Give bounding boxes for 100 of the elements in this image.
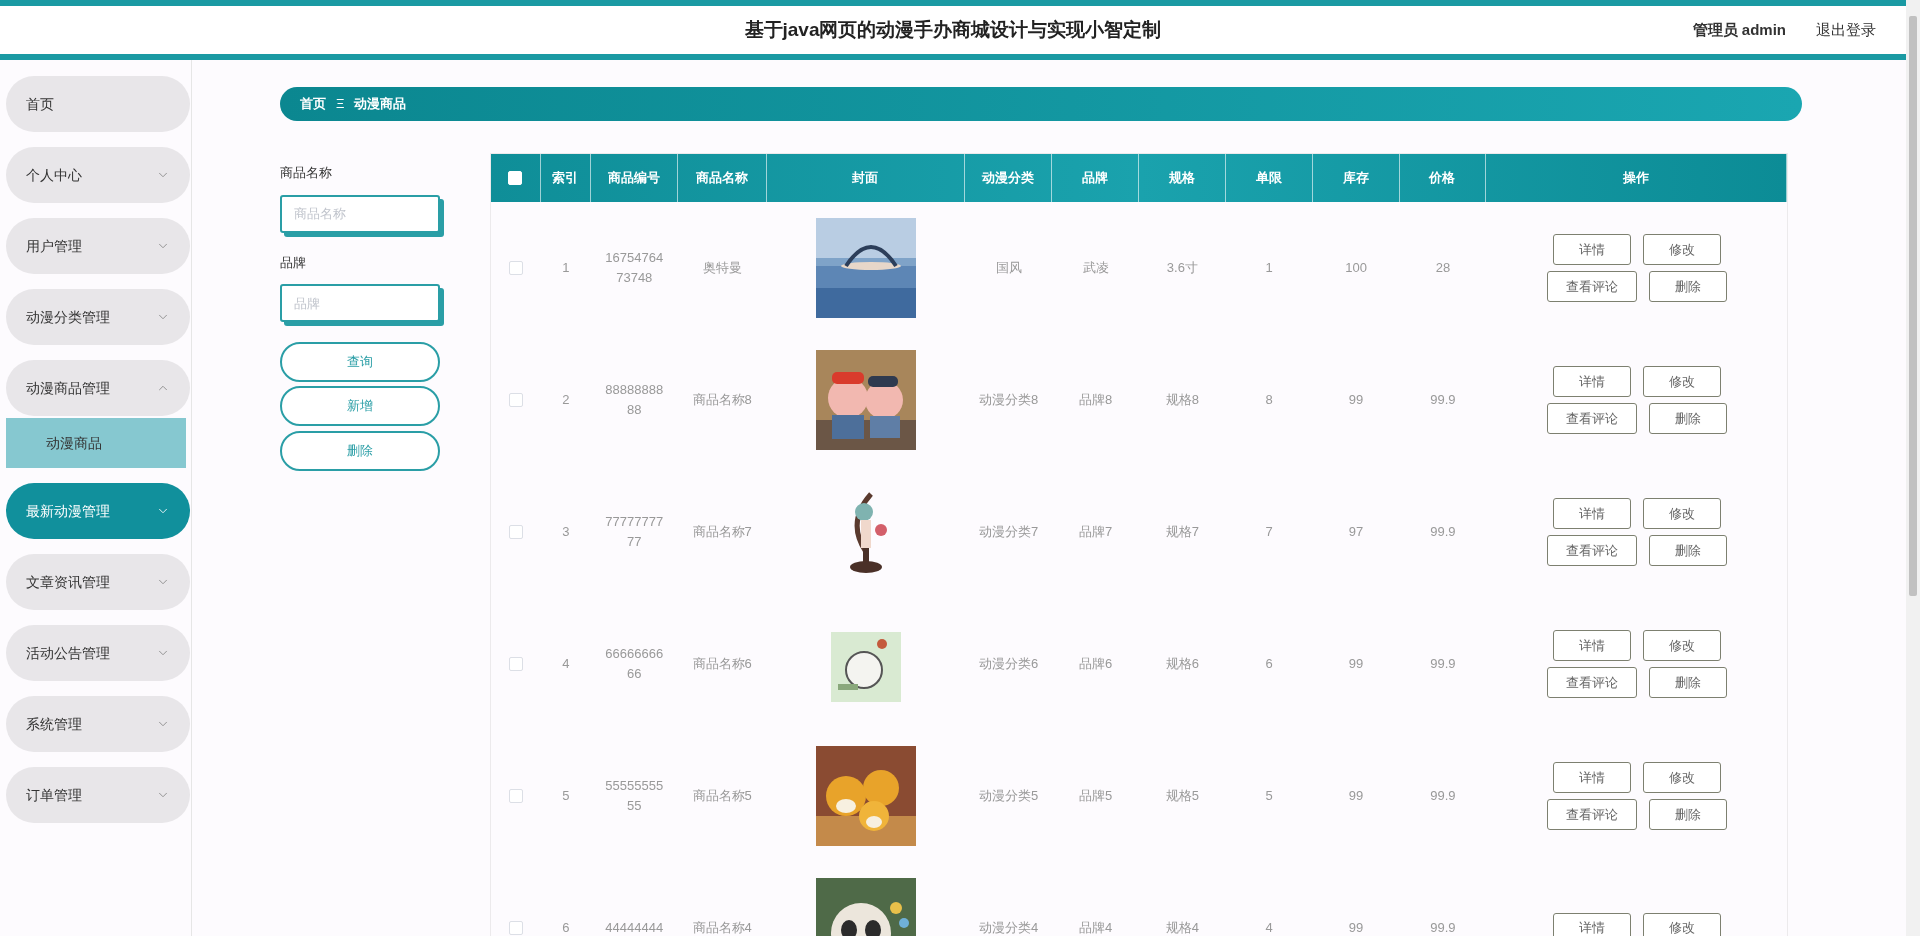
sidebar-item[interactable]: 系统管理 — [6, 696, 190, 752]
column-header: 单限 — [1255, 169, 1282, 188]
table-cell-text: 6666666666 — [604, 645, 665, 683]
table-cell-text: 规格4 — [1165, 919, 1199, 936]
table-cell-text: 动漫分类8 — [979, 391, 1039, 409]
table-cell-text: 99.9 — [1430, 655, 1456, 673]
table-cell-text: 99 — [1348, 391, 1364, 409]
table-cell-text: 44444444 — [605, 919, 664, 936]
sidebar-item[interactable]: 活动公告管理 — [6, 625, 190, 681]
row-action-button[interactable]: 查看评论 — [1546, 271, 1637, 302]
table-cell-text: 3.6寸 — [1166, 259, 1198, 277]
logout-link[interactable]: 退出登录 — [1816, 18, 1876, 42]
row-action-button[interactable]: 删除 — [1648, 799, 1727, 830]
table-cell-text: 品牌7 — [1078, 523, 1113, 541]
sidebar-item[interactable]: 动漫商品管理 — [6, 360, 190, 416]
table-cell-text: 100 — [1345, 259, 1367, 277]
column-header: 库存 — [1342, 169, 1369, 188]
table-cell-text: 99.9 — [1430, 787, 1456, 805]
sidebar-item[interactable]: 文章资讯管理 — [6, 554, 190, 610]
table-cell-text: 8 — [1265, 391, 1273, 409]
table-cell-text: 规格5 — [1165, 787, 1199, 805]
table-cell-text: 5555555555 — [604, 777, 665, 815]
table-cell-text: 99.9 — [1430, 919, 1456, 936]
table-cell-text: 商品名称7 — [692, 523, 752, 541]
row-action-button[interactable]: 查看评论 — [1546, 403, 1637, 434]
table-cell-text: 1 — [562, 259, 570, 277]
table-cell-text: 商品名称8 — [692, 391, 752, 409]
checkbox[interactable] — [508, 657, 523, 671]
table-cell-text: 99 — [1348, 919, 1364, 936]
user-label: 管理员 admin — [1692, 19, 1786, 40]
row-action-button[interactable]: 详情 — [1552, 762, 1631, 793]
checkbox[interactable] — [508, 789, 523, 803]
row-action-button[interactable]: 修改 — [1642, 234, 1721, 265]
table-cell-text: 规格6 — [1165, 655, 1199, 673]
table-cell-text: 28 — [1435, 259, 1451, 277]
row-action-button[interactable]: 修改 — [1642, 366, 1721, 397]
table-cell-text: 99 — [1348, 787, 1364, 805]
table-cell-text: 规格7 — [1165, 523, 1199, 541]
row-action-button[interactable]: 修改 — [1642, 912, 1721, 936]
checkbox[interactable] — [508, 261, 523, 275]
row-action-button[interactable]: 详情 — [1552, 912, 1631, 936]
table-cell-text: 国风 — [995, 259, 1022, 277]
table-cell-text: 7 — [1265, 523, 1273, 541]
table-cell-text: 6 — [1265, 655, 1273, 673]
table-cell-text: 8888888888 — [604, 381, 665, 419]
sidebar-item[interactable]: 用户管理 — [6, 218, 190, 274]
row-action-button[interactable]: 详情 — [1552, 366, 1631, 397]
table-cell-text: 99 — [1348, 655, 1364, 673]
row-action-button[interactable]: 详情 — [1552, 498, 1631, 529]
column-header: 封面 — [852, 169, 879, 188]
action-button[interactable]: 删除 — [280, 431, 440, 471]
row-action-button[interactable]: 查看评论 — [1546, 799, 1637, 830]
table-cell-text: 3 — [562, 523, 570, 541]
sidebar-item[interactable]: 最新动漫管理 — [6, 483, 190, 539]
checkbox[interactable] — [508, 393, 523, 407]
column-header: 商品名称 — [695, 169, 748, 188]
page-title: 基于java网页的动漫手办商城设计与实现小智定制 — [744, 17, 1162, 42]
table-cell-text: 品牌6 — [1078, 655, 1113, 673]
action-button[interactable]: 查询 — [280, 342, 440, 382]
breadcrumb-link[interactable]: 首页 — [300, 94, 326, 114]
row-action-button[interactable]: 详情 — [1552, 234, 1631, 265]
column-header: 规格 — [1168, 169, 1195, 188]
row-action-button[interactable]: 删除 — [1648, 535, 1727, 566]
table-cell-text: 5 — [562, 787, 570, 805]
table-cell-text: 1 — [1265, 259, 1273, 277]
row-action-button[interactable]: 修改 — [1642, 762, 1721, 793]
table-cell-text: 1675476473748 — [604, 249, 665, 287]
row-action-button[interactable]: 详情 — [1552, 630, 1631, 661]
table-cell-text: 动漫分类5 — [979, 787, 1039, 805]
table-cell-text: 奥特曼 — [702, 259, 742, 277]
row-action-button[interactable]: 修改 — [1642, 630, 1721, 661]
sidebar-item[interactable]: 个人中心 — [6, 147, 190, 203]
column-header: 操作 — [1623, 169, 1650, 188]
checkbox[interactable] — [508, 921, 523, 935]
breadcrumb-current: 动漫商品 — [354, 95, 407, 114]
input-field[interactable]: 品牌 — [280, 284, 440, 322]
submenu-item[interactable]: 动漫商品 — [6, 418, 186, 468]
breadcrumb-separator: Ξ — [336, 95, 345, 114]
field-label: 品牌 — [280, 253, 307, 272]
row-action-button[interactable]: 删除 — [1648, 667, 1727, 698]
row-action-button[interactable]: 删除 — [1648, 271, 1727, 302]
column-header: 价格 — [1429, 169, 1456, 188]
row-action-button[interactable]: 查看评论 — [1546, 667, 1637, 698]
column-header: 商品编号 — [607, 169, 660, 188]
sidebar-item[interactable]: 订单管理 — [6, 767, 190, 823]
table-cell-text: 动漫分类4 — [979, 919, 1039, 936]
table-cell-text: 动漫分类7 — [979, 523, 1039, 541]
column-header: 动漫分类 — [982, 169, 1035, 188]
input-field[interactable]: 商品名称 — [280, 194, 440, 233]
row-action-button[interactable]: 删除 — [1648, 403, 1727, 434]
row-action-button[interactable]: 查看评论 — [1546, 535, 1637, 566]
row-action-button[interactable]: 修改 — [1642, 498, 1721, 529]
table-cell-text: 99.9 — [1430, 391, 1456, 409]
sidebar-item[interactable]: 动漫分类管理 — [6, 289, 190, 345]
checkbox[interactable] — [508, 525, 523, 539]
column-header: 品牌 — [1082, 169, 1109, 188]
sidebar-item[interactable]: 首页 — [6, 76, 190, 132]
action-button[interactable]: 新增 — [280, 386, 440, 426]
table-cell-text: 4 — [1265, 919, 1273, 936]
table-cell-text: 品牌4 — [1078, 919, 1113, 936]
